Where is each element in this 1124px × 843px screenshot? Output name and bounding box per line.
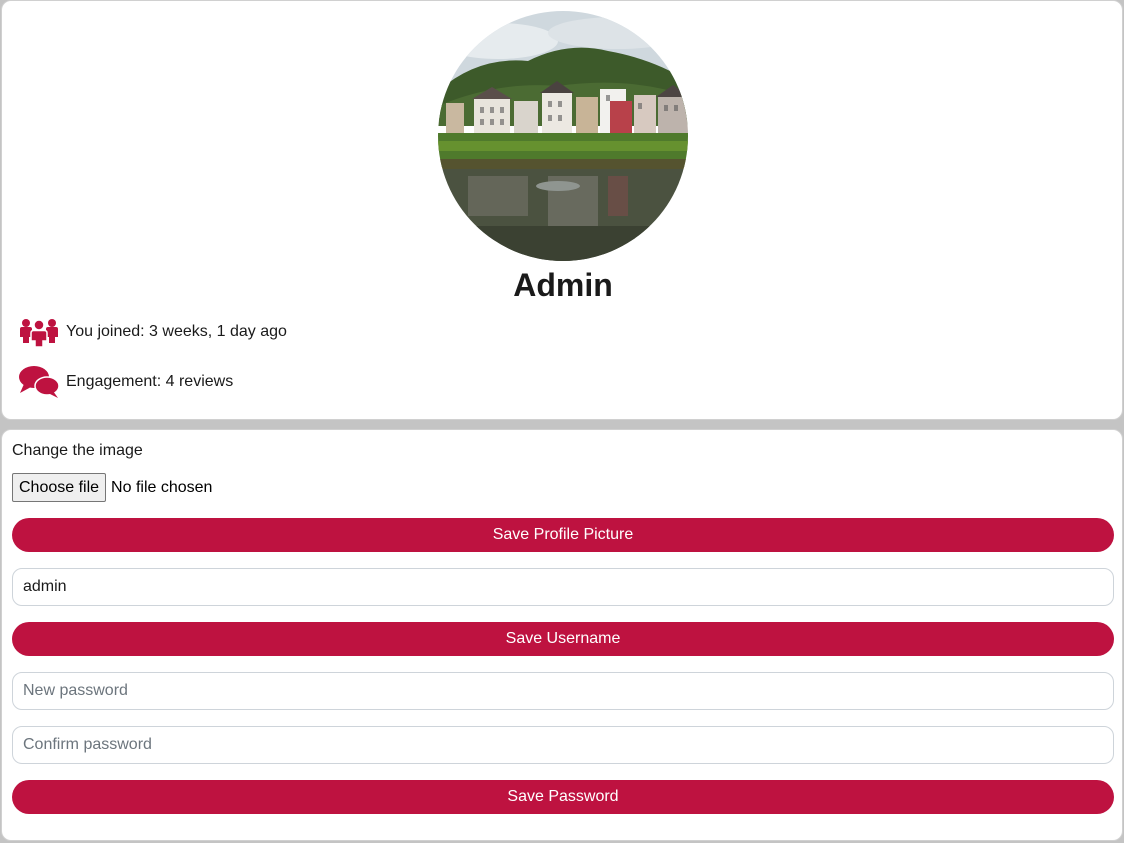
comments-icon <box>17 364 61 400</box>
save-profile-picture-button[interactable]: Save Profile Picture <box>12 518 1114 552</box>
avatar-image <box>438 11 688 261</box>
settings-card: Change the image Choose file No file cho… <box>1 429 1123 841</box>
engagement-stat: Engagement: 4 reviews <box>17 364 233 400</box>
file-status-text: No file chosen <box>111 478 213 496</box>
profile-username: Admin <box>513 267 613 303</box>
confirm-password-input[interactable] <box>12 726 1114 764</box>
save-password-button[interactable]: Save Password <box>12 780 1114 814</box>
users-icon <box>17 314 61 350</box>
profile-card: Admin You joined: 3 weeks, 1 day ago Eng… <box>1 0 1123 420</box>
joined-stat: You joined: 3 weeks, 1 day ago <box>17 314 287 350</box>
change-image-label: Change the image <box>12 442 143 459</box>
file-picker: Choose file No file chosen <box>12 473 212 502</box>
profile-avatar <box>438 11 688 261</box>
engagement-text: Engagement: 4 reviews <box>66 373 234 390</box>
username-input[interactable] <box>12 568 1114 606</box>
joined-text: You joined: 3 weeks, 1 day ago <box>66 323 287 340</box>
save-username-button[interactable]: Save Username <box>12 622 1114 656</box>
choose-file-button[interactable]: Choose file <box>12 473 107 502</box>
new-password-input[interactable] <box>12 672 1114 710</box>
